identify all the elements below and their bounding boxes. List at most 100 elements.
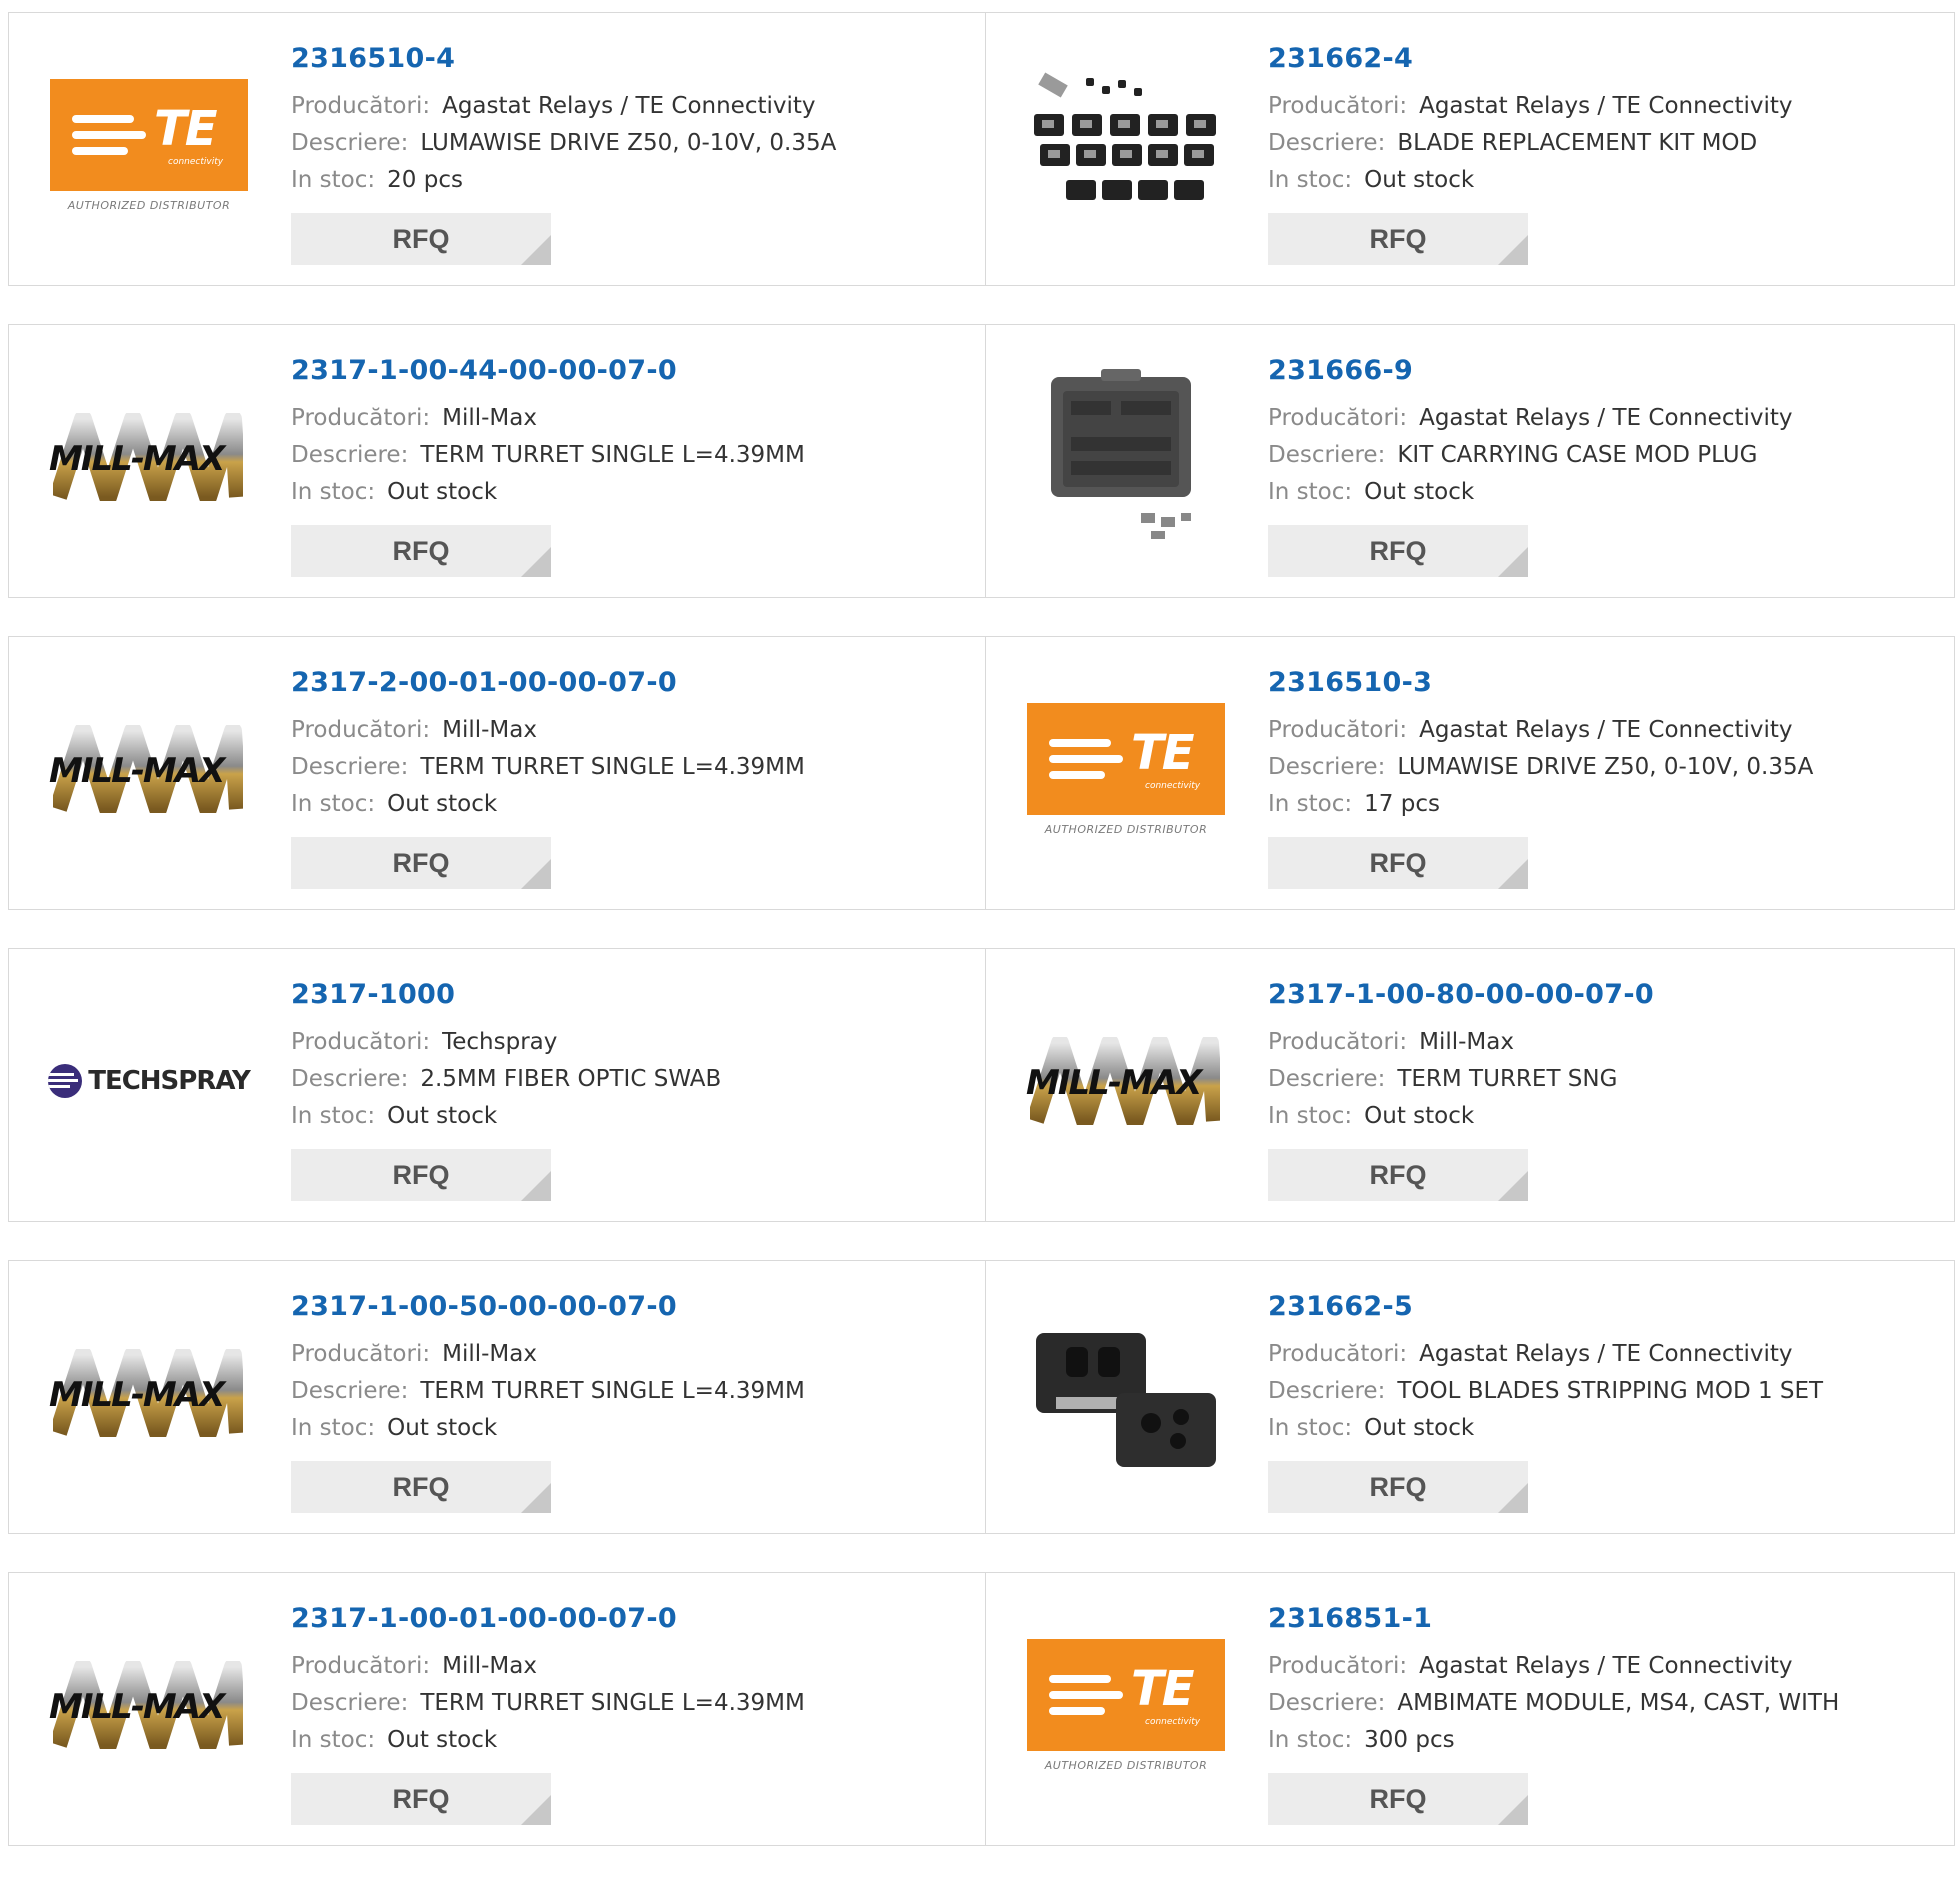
product-card: 231662-5 Producători: Agastat Relays / TE… xyxy=(986,1260,1955,1534)
stock-value: Out stock xyxy=(1364,1103,1475,1129)
stock-row: In stoc: Out stock xyxy=(291,1098,721,1135)
product-info: 2316510-3 Producători: Agastat Relays / T… xyxy=(1268,667,1813,823)
product-image[interactable] xyxy=(1026,369,1226,539)
product-image[interactable]: MILL-MAX xyxy=(49,1313,249,1473)
part-number-link[interactable]: 2317-1-00-44-00-00-07-0 xyxy=(291,355,805,386)
rfq-button[interactable]: RFQ xyxy=(1268,213,1528,265)
rfq-button[interactable]: RFQ xyxy=(291,1461,551,1513)
carrying-case-icon xyxy=(1051,369,1191,539)
product-image[interactable]: MILL-MAX xyxy=(49,689,249,849)
mill-max-logo: MILL-MAX xyxy=(49,719,249,819)
stock-row: In stoc: Out stock xyxy=(291,1410,805,1447)
corner-triangle-icon xyxy=(521,235,551,265)
part-number-link[interactable]: 2316851-1 xyxy=(1268,1603,1839,1634)
stock-value: 17 pcs xyxy=(1364,791,1440,817)
rfq-button[interactable]: RFQ xyxy=(291,837,551,889)
rfq-button-label: RFQ xyxy=(392,1159,450,1190)
part-number-link[interactable]: 2317-1000 xyxy=(291,979,721,1010)
corner-triangle-icon xyxy=(1498,547,1528,577)
rfq-button[interactable]: RFQ xyxy=(291,1773,551,1825)
product-card: MILL-MAX 2317-1-00-50-00-00-07-0 Producă… xyxy=(8,1260,986,1534)
product-card: TE connectivity AUTHORIZED DISTRIBUTOR 2… xyxy=(8,12,986,286)
product-image[interactable]: MILL-MAX xyxy=(49,377,249,537)
stock-row: In stoc: Out stock xyxy=(291,1722,805,1759)
manufacturer-row: Producători: Agastat Relays / TE Connecti… xyxy=(291,88,836,125)
part-number-link[interactable]: 2317-1-00-50-00-00-07-0 xyxy=(291,1291,805,1322)
manufacturer-value: Agastat Relays / TE Connectivity xyxy=(442,93,816,119)
rfq-button[interactable]: RFQ xyxy=(291,1149,551,1201)
manufacturer-row: Producători: Mill-Max xyxy=(291,712,805,749)
stock-row: In stoc: Out stock xyxy=(291,786,805,823)
mill-max-logo: MILL-MAX xyxy=(49,1343,249,1443)
product-info: 2317-1-00-01-00-00-07-0 Producători: Mill… xyxy=(291,1603,805,1759)
product-info: 231666-9 Producători: Agastat Relays / TE… xyxy=(1268,355,1793,511)
rfq-button-label: RFQ xyxy=(1369,1783,1427,1814)
product-row: TECHSPRAY 2317-1000 Producători: Techspra… xyxy=(8,948,1955,1222)
manufacturer-label: Producători: xyxy=(1268,1029,1408,1055)
part-number-link[interactable]: 2317-1-00-01-00-00-07-0 xyxy=(291,1603,805,1634)
stock-row: In stoc: Out stock xyxy=(291,474,805,511)
manufacturer-row: Producători: Agastat Relays / TE Connecti… xyxy=(1268,1648,1839,1685)
description-label: Descriere: xyxy=(291,754,409,780)
manufacturer-label: Producători: xyxy=(291,405,431,431)
product-image[interactable]: TE connectivity AUTHORIZED DISTRIBUTOR xyxy=(1026,689,1226,849)
description-row: Descriere: TERM TURRET SINGLE L=4.39MM xyxy=(291,1685,805,1722)
manufacturer-label: Producători: xyxy=(291,1029,431,1055)
description-value: BLADE REPLACEMENT KIT MOD xyxy=(1397,130,1758,156)
part-number-link[interactable]: 231662-5 xyxy=(1268,1291,1823,1322)
description-label: Descriere: xyxy=(291,1378,409,1404)
manufacturer-label: Producători: xyxy=(291,1653,431,1679)
description-label: Descriere: xyxy=(1268,1066,1386,1092)
rfq-button[interactable]: RFQ xyxy=(1268,1461,1528,1513)
product-image[interactable]: MILL-MAX xyxy=(49,1625,249,1785)
description-value: LUMAWISE DRIVE Z50, 0-10V, 0.35A xyxy=(420,130,837,156)
stock-label: In stoc: xyxy=(1268,479,1353,505)
rfq-button[interactable]: RFQ xyxy=(1268,1149,1528,1201)
stock-label: In stoc: xyxy=(291,1103,376,1129)
product-card: MILL-MAX 2317-1-00-01-00-00-07-0 Producă… xyxy=(8,1572,986,1846)
part-number-link[interactable]: 2316510-4 xyxy=(291,43,836,74)
part-number-link[interactable]: 231662-4 xyxy=(1268,43,1793,74)
rfq-button-label: RFQ xyxy=(392,847,450,878)
manufacturer-row: Producători: Mill-Max xyxy=(291,1648,805,1685)
product-card: MILL-MAX 2317-1-00-80-00-00-07-0 Producă… xyxy=(986,948,1955,1222)
rfq-button[interactable]: RFQ xyxy=(291,525,551,577)
part-number-link[interactable]: 2317-2-00-01-00-00-07-0 xyxy=(291,667,805,698)
rfq-button-label: RFQ xyxy=(392,223,450,254)
manufacturer-label: Producători: xyxy=(1268,405,1408,431)
description-row: Descriere: TERM TURRET SNG xyxy=(1268,1061,1654,1098)
corner-triangle-icon xyxy=(521,547,551,577)
blade-kit-icon xyxy=(1034,72,1216,200)
product-image[interactable]: TECHSPRAY xyxy=(48,1001,251,1161)
description-value: KIT CARRYING CASE MOD PLUG xyxy=(1397,442,1758,468)
rfq-button[interactable]: RFQ xyxy=(1268,1773,1528,1825)
stock-label: In stoc: xyxy=(1268,1415,1353,1441)
rfq-button-label: RFQ xyxy=(392,535,450,566)
product-image[interactable] xyxy=(1026,1313,1226,1473)
stock-value: Out stock xyxy=(387,1415,498,1441)
product-image[interactable]: TE connectivity AUTHORIZED DISTRIBUTOR xyxy=(1026,1625,1226,1785)
description-value: TERM TURRET SINGLE L=4.39MM xyxy=(420,1378,805,1404)
part-number-link[interactable]: 2317-1-00-80-00-00-07-0 xyxy=(1268,979,1654,1010)
rfq-button[interactable]: RFQ xyxy=(1268,837,1528,889)
part-number-link[interactable]: 2316510-3 xyxy=(1268,667,1813,698)
product-image[interactable] xyxy=(1026,65,1226,225)
manufacturer-label: Producători: xyxy=(1268,93,1408,119)
part-number-link[interactable]: 231666-9 xyxy=(1268,355,1793,386)
product-info: 2316851-1 Producători: Agastat Relays / T… xyxy=(1268,1603,1839,1759)
description-row: Descriere: BLADE REPLACEMENT KIT MOD xyxy=(1268,125,1793,162)
mill-max-logo: MILL-MAX xyxy=(49,1655,249,1755)
rfq-button[interactable]: RFQ xyxy=(1268,525,1528,577)
product-image[interactable]: MILL-MAX xyxy=(1026,1001,1226,1161)
stock-row: In stoc: Out stock xyxy=(1268,162,1793,199)
rfq-button[interactable]: RFQ xyxy=(291,213,551,265)
product-row: TE connectivity AUTHORIZED DISTRIBUTOR 2… xyxy=(8,12,1955,286)
description-value: TERM TURRET SNG xyxy=(1397,1066,1618,1092)
product-image[interactable]: TE connectivity AUTHORIZED DISTRIBUTOR xyxy=(49,65,249,225)
product-card: TE connectivity AUTHORIZED DISTRIBUTOR 2… xyxy=(986,636,1955,910)
corner-triangle-icon xyxy=(1498,1483,1528,1513)
description-value: 2.5MM FIBER OPTIC SWAB xyxy=(420,1066,722,1092)
stock-label: In stoc: xyxy=(1268,791,1353,817)
stock-value: 300 pcs xyxy=(1364,1727,1455,1753)
description-row: Descriere: TERM TURRET SINGLE L=4.39MM xyxy=(291,437,805,474)
